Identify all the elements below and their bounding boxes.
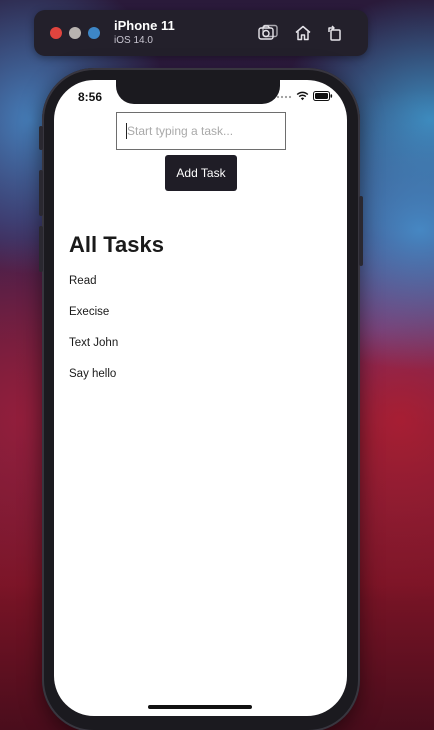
home-indicator[interactable] xyxy=(148,705,252,709)
mute-switch[interactable] xyxy=(39,126,43,150)
zoom-window-button[interactable] xyxy=(88,27,100,39)
minimize-window-button[interactable] xyxy=(69,27,81,39)
power-button[interactable] xyxy=(359,196,363,266)
screenshot-button[interactable] xyxy=(257,22,279,44)
device-name: iPhone 11 xyxy=(114,18,175,33)
home-icon xyxy=(295,25,311,41)
volume-down-button[interactable] xyxy=(39,226,43,272)
rotate-icon xyxy=(328,25,341,41)
desktop-wallpaper: iPhone 11 iOS 14.0 8:56 Start typing a t… xyxy=(0,0,434,730)
screenshot-icon xyxy=(258,24,278,40)
close-window-button[interactable] xyxy=(50,27,62,39)
task-item[interactable]: Execise xyxy=(69,305,118,336)
task-item[interactable]: Read xyxy=(69,274,118,305)
section-title: All Tasks xyxy=(69,232,164,257)
volume-up-button[interactable] xyxy=(39,170,43,216)
status-time: 8:56 xyxy=(78,90,103,104)
task-list: Read Execise Text John Say hello xyxy=(69,274,118,398)
os-version: iOS 14.0 xyxy=(114,35,153,46)
wifi-icon xyxy=(296,91,309,101)
signal-dots-icon xyxy=(276,95,292,99)
task-item[interactable]: Say hello xyxy=(69,367,118,398)
add-task-button[interactable]: Add Task xyxy=(165,155,237,191)
rotate-button[interactable] xyxy=(324,22,346,44)
app-screen: 8:56 Add Task All Tasks R xyxy=(54,80,347,716)
notch xyxy=(116,80,280,104)
status-icons xyxy=(276,91,333,101)
task-item[interactable]: Text John xyxy=(69,336,118,367)
task-input[interactable] xyxy=(116,112,286,150)
home-button[interactable] xyxy=(292,22,314,44)
simulator-toolbar: iPhone 11 iOS 14.0 xyxy=(34,10,368,56)
battery-icon xyxy=(313,91,333,101)
text-caret xyxy=(126,123,127,139)
